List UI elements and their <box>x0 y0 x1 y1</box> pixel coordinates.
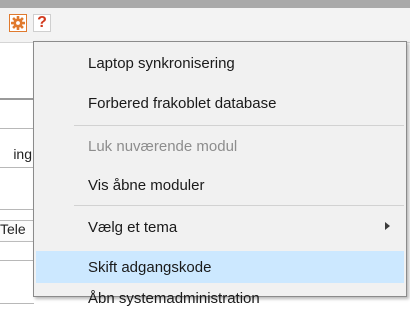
menu-item-label: Luk nuværende modul <box>88 137 238 155</box>
divider <box>0 303 34 304</box>
settings-context-menu: Laptop synkronisering Forbered frakoblet… <box>33 41 407 307</box>
menu-item-prepare-offline-database[interactable]: Forbered frakoblet database <box>36 87 404 119</box>
menu-separator <box>74 205 404 206</box>
menu-item-close-current-module: Luk nuværende modul <box>36 130 404 162</box>
help-icon: ? <box>37 14 47 31</box>
menu-item-label: Skift adgangskode <box>88 258 212 276</box>
menu-item-open-system-administration[interactable]: Åbn systemadministration <box>36 285 404 311</box>
menu-separator <box>74 125 404 126</box>
divider <box>0 209 34 210</box>
title-strip <box>0 0 410 8</box>
menu-item-laptop-sync[interactable]: Laptop synkronisering <box>36 47 404 79</box>
submenu-arrow-icon <box>385 222 390 230</box>
menu-item-label: Åbn systemadministration <box>88 289 260 307</box>
divider <box>0 128 34 129</box>
settings-button[interactable] <box>9 14 27 32</box>
menu-item-label: Vis åbne moduler <box>88 176 205 194</box>
divider <box>0 260 34 261</box>
menu-item-label: Laptop synkronisering <box>88 54 235 72</box>
gear-icon <box>11 16 25 30</box>
divider <box>0 98 34 100</box>
menu-item-choose-theme[interactable]: Vælg et tema <box>36 211 404 243</box>
menu-item-label: Vælg et tema <box>88 218 178 236</box>
menu-item-change-password[interactable]: Skift adgangskode <box>36 251 404 283</box>
background-text-fragment: ing <box>13 146 32 162</box>
divider <box>0 167 34 168</box>
help-button[interactable]: ? <box>33 14 51 32</box>
column-header: Tele <box>0 220 34 242</box>
toolbar <box>0 8 410 43</box>
menu-item-label: Forbered frakoblet database <box>88 94 277 112</box>
menu-item-show-open-modules[interactable]: Vis åbne moduler <box>36 169 404 201</box>
